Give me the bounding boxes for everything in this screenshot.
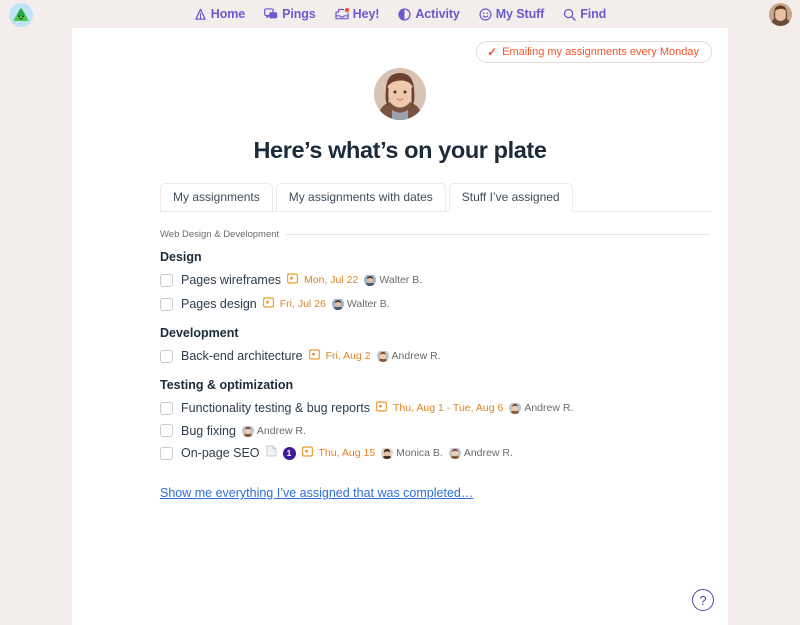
tent-icon [194, 8, 207, 21]
todo-item[interactable]: On-page SEO 1 Thu, Aug 15 Monica B. Andr… [160, 441, 710, 465]
assignment-tabs: My assignments My assignments with dates… [72, 183, 728, 212]
nav-item-home[interactable]: Home [194, 7, 245, 21]
assignee-name: Andrew R. [256, 424, 306, 437]
todo-due-date: Fri, Aug 2 [325, 350, 371, 362]
primary-nav: Home Pings Hey! Activity My Stuff Find [194, 6, 606, 21]
project-heading: Web Design & Development [160, 229, 710, 240]
todo-checkbox[interactable] [160, 273, 173, 287]
basecamp-logo-icon[interactable] [8, 2, 34, 28]
magnifying-glass-icon [563, 8, 577, 21]
nav-item-my-stuff[interactable]: My Stuff [479, 7, 545, 21]
group-title: Testing & optimization [160, 378, 294, 392]
show-completed-link[interactable]: Show me everything I’ve assigned that wa… [160, 486, 473, 500]
todo-title[interactable]: Pages design [181, 297, 257, 311]
top-navigation-bar: Home Pings Hey! Activity My Stuff Find [0, 0, 800, 28]
todo-title[interactable]: Bug fixing [181, 424, 236, 438]
todo-assignee[interactable]: Monica B. [381, 447, 443, 459]
divider [286, 234, 710, 235]
hero-section: Here’s what’s on your plate [72, 68, 728, 164]
tab-stuff-ive-assigned[interactable]: Stuff I’ve assigned [448, 183, 573, 212]
todo-checkbox[interactable] [160, 401, 173, 415]
todo-assignee[interactable]: Andrew R. [376, 350, 441, 362]
todo-checkbox[interactable] [160, 349, 173, 363]
help-button[interactable]: ? [692, 589, 714, 611]
todo-title[interactable]: Functionality testing & bug reports [181, 401, 370, 415]
todo-assignee[interactable]: Andrew R. [509, 402, 573, 414]
comment-count-badge[interactable]: 1 [282, 446, 296, 460]
todo-item[interactable]: Back-end architecture Fri, Aug 2 Andrew … [160, 344, 710, 368]
todo-title[interactable]: Back-end architecture [181, 349, 303, 363]
calendar-icon [375, 399, 388, 417]
nav-label-home: Home [210, 7, 246, 21]
group-title: Development [160, 326, 239, 340]
todo-assignee[interactable]: Andrew R. [241, 424, 306, 437]
calendar-icon [262, 295, 274, 313]
todo-checkbox[interactable] [160, 424, 173, 437]
notice-row: ✓ Emailing my assignments every Monday [72, 28, 728, 63]
email-assignments-toggle[interactable]: ✓ Emailing my assignments every Monday [476, 41, 712, 63]
todo-due-date: Fri, Jul 26 [279, 298, 326, 310]
nav-label-pings: Pings [282, 7, 316, 21]
assignee-avatar [331, 298, 344, 310]
nav-item-hey[interactable]: Hey! [335, 6, 380, 21]
calendar-icon [308, 347, 320, 365]
todo-group: Testing & optimization Functionality tes… [160, 378, 710, 465]
todo-item[interactable]: Pages wireframes Mon, Jul 22 Walter B. [160, 268, 710, 292]
tab-my-assignments-with-dates[interactable]: My assignments with dates [275, 183, 446, 212]
todo-assignee[interactable]: Walter B. [364, 274, 422, 286]
assignee-name: Walter B. [379, 274, 423, 286]
assignee-name: Andrew R. [463, 447, 513, 459]
nav-label-hey: Hey! [352, 7, 380, 21]
nav-item-activity[interactable]: Activity [398, 7, 460, 21]
nav-item-pings[interactable]: Pings [264, 7, 316, 21]
inbox-icon [335, 6, 350, 21]
project-name: Web Design & Development [160, 229, 280, 240]
todo-item[interactable]: Bug fixing Andrew R. [160, 420, 710, 441]
todo-title[interactable]: Pages wireframes [181, 273, 281, 287]
check-icon: ✓ [487, 45, 498, 59]
page-title: Here’s what’s on your plate [253, 137, 547, 163]
todo-assignee[interactable]: Walter B. [331, 298, 390, 310]
todo-group: Development Back-end architecture Fri, A… [160, 326, 710, 368]
todo-due-date: Mon, Jul 22 [304, 274, 359, 286]
calendar-icon [301, 444, 313, 462]
tab-my-assignments[interactable]: My assignments [160, 183, 273, 212]
assignee-name: Walter B. [346, 298, 390, 310]
assignee-name: Andrew R. [391, 350, 441, 362]
assignee-avatar [381, 447, 394, 459]
profile-avatar[interactable] [374, 68, 426, 120]
assignee-name: Andrew R. [524, 402, 574, 414]
half-circle-icon [398, 7, 412, 21]
question-mark-icon: ? [699, 592, 707, 608]
todo-item[interactable]: Pages design Fri, Jul 26 Walter B. [160, 292, 710, 316]
notification-dot-icon [343, 6, 350, 13]
assignee-avatar [448, 447, 461, 459]
todo-group: Design Pages wireframes Mon, Jul 22 Walt… [160, 250, 710, 316]
todo-item[interactable]: Functionality testing & bug reports Thu,… [160, 396, 710, 420]
todo-due-date: Thu, Aug 1 - Tue, Aug 6 [393, 402, 504, 414]
assignee-name: Monica B. [396, 447, 443, 459]
nav-label-my-stuff: My Stuff [495, 7, 545, 21]
nav-label-find: Find [580, 7, 607, 21]
email-assignments-label: Emailing my assignments every Monday [502, 46, 699, 58]
nav-item-find[interactable]: Find [563, 7, 606, 21]
smiley-face-icon [479, 7, 492, 21]
document-icon[interactable] [266, 444, 277, 462]
assignee-avatar [241, 425, 254, 437]
main-content-card: ✓ Emailing my assignments every Monday H… [72, 28, 728, 625]
assignments-list: Web Design & Development Design Pages wi… [72, 212, 728, 502]
group-title: Design [160, 250, 202, 264]
todo-due-date: Thu, Aug 15 [318, 447, 376, 459]
todo-checkbox[interactable] [160, 446, 173, 460]
assignee-avatar [376, 350, 389, 362]
assignee-avatar [364, 274, 377, 286]
chat-bubbles-icon [264, 7, 278, 21]
account-avatar[interactable] [769, 3, 792, 26]
nav-label-activity: Activity [415, 7, 460, 21]
assignee-avatar [509, 402, 522, 414]
todo-assignee[interactable]: Andrew R. [448, 447, 513, 459]
calendar-icon [286, 271, 299, 289]
todo-title[interactable]: On-page SEO [181, 446, 260, 460]
todo-checkbox[interactable] [160, 297, 173, 311]
